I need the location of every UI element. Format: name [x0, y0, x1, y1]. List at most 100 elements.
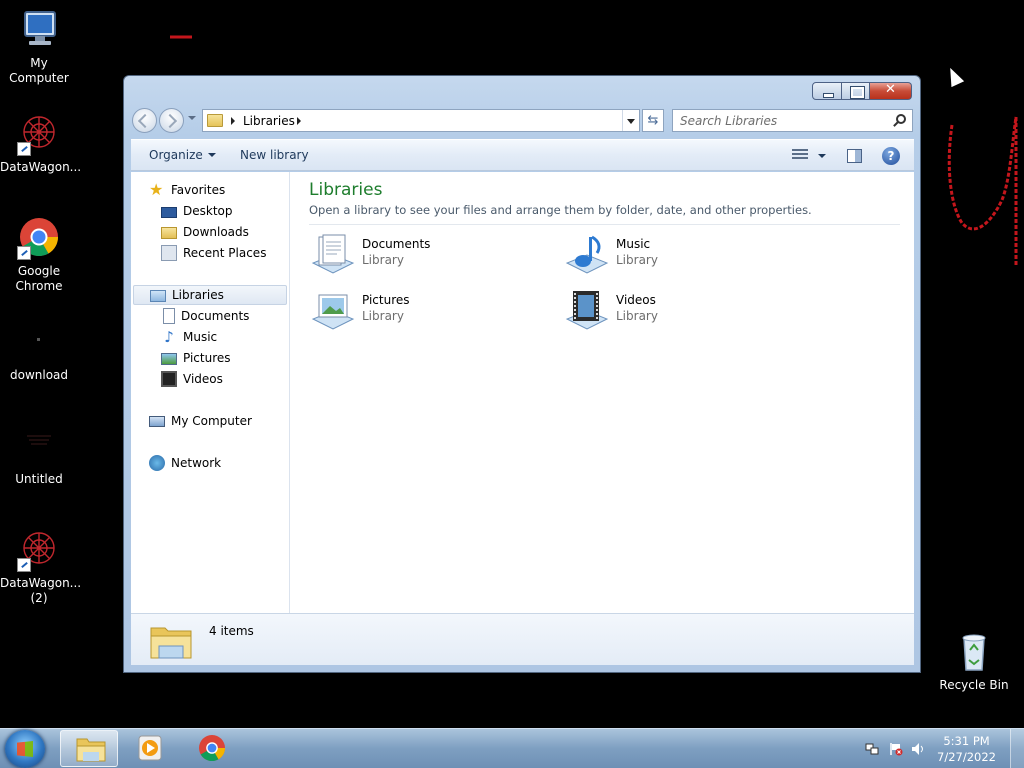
desktop-icon-recycle-bin[interactable]: Recycle Bin [935, 630, 1013, 693]
taskbar-media-player-button[interactable] [120, 730, 178, 767]
details-pane: 4 items [131, 613, 914, 665]
maximize-button[interactable] [842, 82, 870, 100]
nav-item-label: Network [171, 456, 222, 470]
search-input[interactable] [673, 110, 883, 131]
desktop-scribble-right [947, 116, 1018, 265]
folder-icon [76, 735, 106, 763]
refresh-button[interactable]: ⇆ [642, 109, 664, 132]
documents-library-icon [309, 233, 357, 277]
breadcrumb-arrow-icon[interactable] [231, 116, 235, 125]
taskbar-chrome-button[interactable] [182, 730, 240, 767]
help-icon[interactable]: ? [882, 147, 900, 165]
show-desktop-button[interactable] [1010, 729, 1024, 768]
recent-places-icon [161, 245, 177, 261]
nav-item-favorites[interactable]: ★ Favorites [131, 180, 289, 200]
desktop-icon-label: DataWagon... [0, 160, 82, 174]
computer-icon [149, 416, 165, 427]
library-name: Videos [616, 293, 656, 307]
desktop-icon-google-chrome[interactable]: Google Chrome [0, 216, 78, 294]
command-bar: Organize New library ? [131, 139, 914, 171]
taskbar-clock[interactable]: 5:31 PM 7/27/2022 [937, 733, 996, 765]
nav-item-pictures[interactable]: Pictures [131, 348, 289, 368]
close-icon: ✕ [885, 82, 896, 97]
nav-item-label: Desktop [183, 204, 233, 218]
nav-item-label: Libraries [172, 288, 224, 302]
nav-item-label: Downloads [183, 225, 249, 239]
new-library-button[interactable]: New library [240, 148, 309, 162]
address-bar[interactable]: Libraries [202, 109, 640, 132]
chrome-icon [197, 734, 227, 762]
desktop-scribble-top [170, 35, 192, 39]
nav-item-documents[interactable]: Documents [131, 306, 289, 326]
organize-button[interactable]: Organize [149, 148, 216, 162]
nav-item-music[interactable]: ♪ Music [131, 327, 289, 347]
address-dropdown-icon[interactable] [627, 119, 635, 124]
desktop-icon-label: Google Chrome [15, 264, 63, 293]
mouse-cursor-icon [943, 64, 965, 88]
nav-item-label: Music [183, 330, 218, 344]
libraries-folder-icon [149, 620, 193, 662]
nav-item-network[interactable]: Network [131, 453, 289, 473]
desktop-icon-label: Untitled [15, 472, 63, 486]
page-subtitle: Open a library to see your files and arr… [309, 203, 812, 217]
navigation-bar: Libraries ⇆ [132, 106, 913, 134]
libraries-icon [150, 290, 166, 302]
breadcrumb-libraries[interactable]: Libraries [243, 114, 295, 128]
preview-pane-icon[interactable] [847, 149, 862, 163]
forward-button[interactable] [159, 108, 184, 133]
library-videos[interactable]: Videos Library [563, 286, 803, 334]
videos-library-icon [563, 289, 611, 333]
nav-item-label: Favorites [171, 183, 226, 197]
desktop-icon-datawagon[interactable]: DataWagon... [0, 112, 82, 175]
picture-icon [161, 353, 177, 365]
music-note-icon: ♪ [164, 328, 174, 346]
nav-item-recent-places[interactable]: Recent Places [131, 243, 289, 263]
datawagon-icon [17, 112, 61, 156]
desktop-icon-label: download [9, 368, 69, 382]
search-box[interactable] [672, 109, 913, 132]
desktop-icon-download[interactable]: download [0, 320, 78, 383]
nav-item-label: Pictures [183, 351, 231, 365]
change-view-icon[interactable] [792, 149, 808, 162]
pictures-library-icon [309, 289, 357, 333]
downloads-folder-icon [161, 227, 177, 239]
nav-item-downloads[interactable]: Downloads [131, 222, 289, 242]
nav-item-label: My Computer [171, 414, 252, 428]
desktop-icon-my-computer[interactable]: My Computer [0, 8, 78, 86]
music-library-icon [563, 233, 611, 277]
explorer-window: ✕ Libraries ⇆ Organize New library ? ★ [123, 75, 921, 673]
desktop-icon-untitled[interactable]: Untitled [0, 424, 78, 487]
desktop-icon-datawagon-2[interactable]: DataWagon... (2) [0, 528, 81, 606]
recent-pages-dropdown-icon[interactable] [188, 116, 196, 120]
nav-item-label: Documents [181, 309, 250, 323]
library-type: Library [616, 309, 658, 323]
breadcrumb-arrow-icon[interactable] [296, 116, 301, 125]
desktop-icon [161, 206, 177, 218]
start-button[interactable] [5, 730, 45, 768]
action-center-flag-icon[interactable] [889, 742, 903, 756]
image-file-icon [17, 424, 61, 468]
video-film-icon [161, 371, 177, 387]
navigation-pane: ★ Favorites Desktop Downloads Recent Pla… [131, 172, 290, 613]
nav-item-desktop[interactable]: Desktop [131, 201, 289, 221]
network-status-icon[interactable] [865, 742, 879, 756]
library-music[interactable]: Music Library [563, 230, 803, 278]
nav-item-my-computer[interactable]: My Computer [131, 411, 289, 431]
nav-item-videos[interactable]: Videos [131, 369, 289, 389]
search-icon[interactable] [896, 114, 906, 124]
library-pictures[interactable]: Pictures Library [309, 286, 549, 334]
computer-icon [17, 8, 61, 52]
page-title: Libraries [309, 180, 383, 200]
view-options-dropdown-icon[interactable] [818, 154, 826, 158]
close-button[interactable]: ✕ [870, 82, 912, 100]
volume-speaker-icon[interactable] [911, 742, 925, 756]
shortcut-arrow-icon [17, 558, 31, 572]
nav-item-label: Videos [183, 372, 223, 386]
datawagon-icon [17, 528, 61, 572]
taskbar-explorer-button[interactable] [60, 730, 118, 767]
nav-item-libraries[interactable]: Libraries [133, 285, 287, 305]
library-documents[interactable]: Documents Library [309, 230, 549, 278]
back-button[interactable] [132, 108, 157, 133]
item-count: 4 items [209, 624, 254, 638]
minimize-button[interactable] [812, 82, 842, 100]
